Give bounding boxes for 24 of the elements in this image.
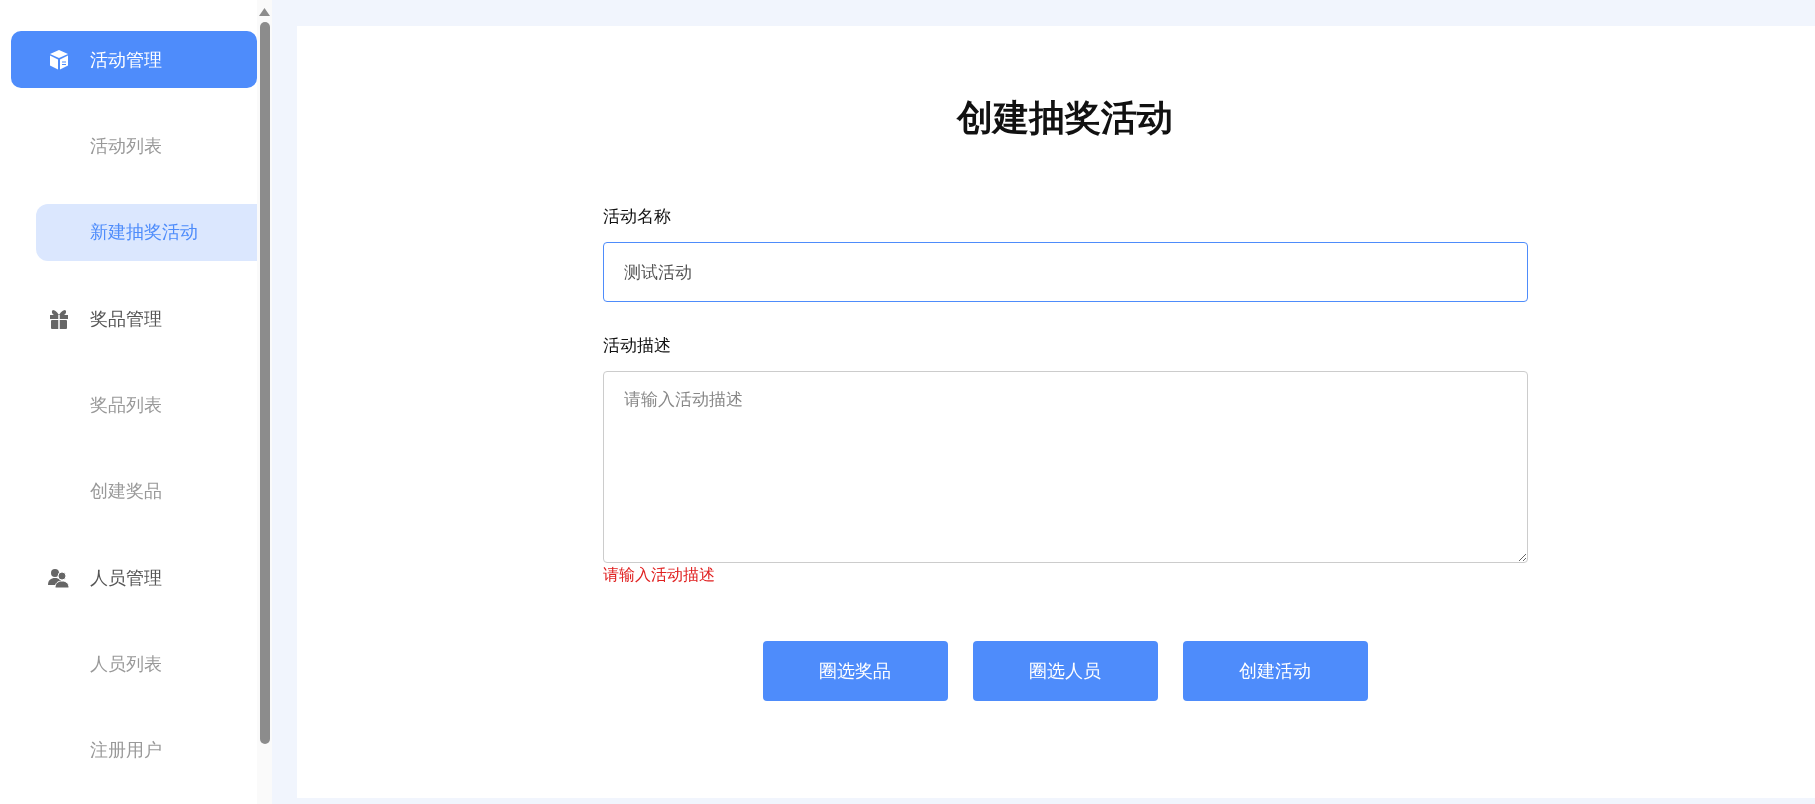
menu-item[interactable]: 创建奖品 <box>36 462 257 520</box>
action-button[interactable]: 圈选奖品 <box>762 641 948 701</box>
description-text-area[interactable]: 请输入活动描述 <box>602 371 1528 563</box>
menu-item[interactable]: 新建抽奖活动 <box>36 203 257 261</box>
page-title: 创建抽奖活动 <box>957 96 1173 140</box>
menu-item[interactable]: 活动列表 <box>36 117 257 175</box>
menu-group[interactable]: 人员管理 <box>11 548 257 607</box>
scroll-up-arrow-icon[interactable] <box>259 8 270 16</box>
menu-group[interactable]: 活动管理 <box>11 31 257 89</box>
menu-item[interactable]: 注册用户 <box>36 721 257 779</box>
name-input-field[interactable]: 测试活动 <box>602 242 1528 302</box>
menu-group-label: 人员管理 <box>90 565 162 590</box>
action-button[interactable]: 创建活动 <box>1182 641 1368 701</box>
scrollbar-thumb[interactable] <box>259 22 270 744</box>
box-icon <box>47 47 71 72</box>
action-button[interactable]: 圈选人员 <box>972 641 1158 701</box>
field-label: 活动名称 <box>602 205 672 228</box>
error-message: 请输入活动描述 <box>602 565 716 586</box>
menu-group[interactable]: 奖品管理 <box>11 290 257 348</box>
menu-group-label: 奖品管理 <box>90 306 162 331</box>
field-label: 活动描述 <box>602 334 672 357</box>
menu-item[interactable]: 人员列表 <box>36 635 257 693</box>
menu-group-label: 活动管理 <box>90 47 162 72</box>
menu-item[interactable]: 奖品列表 <box>36 376 257 434</box>
